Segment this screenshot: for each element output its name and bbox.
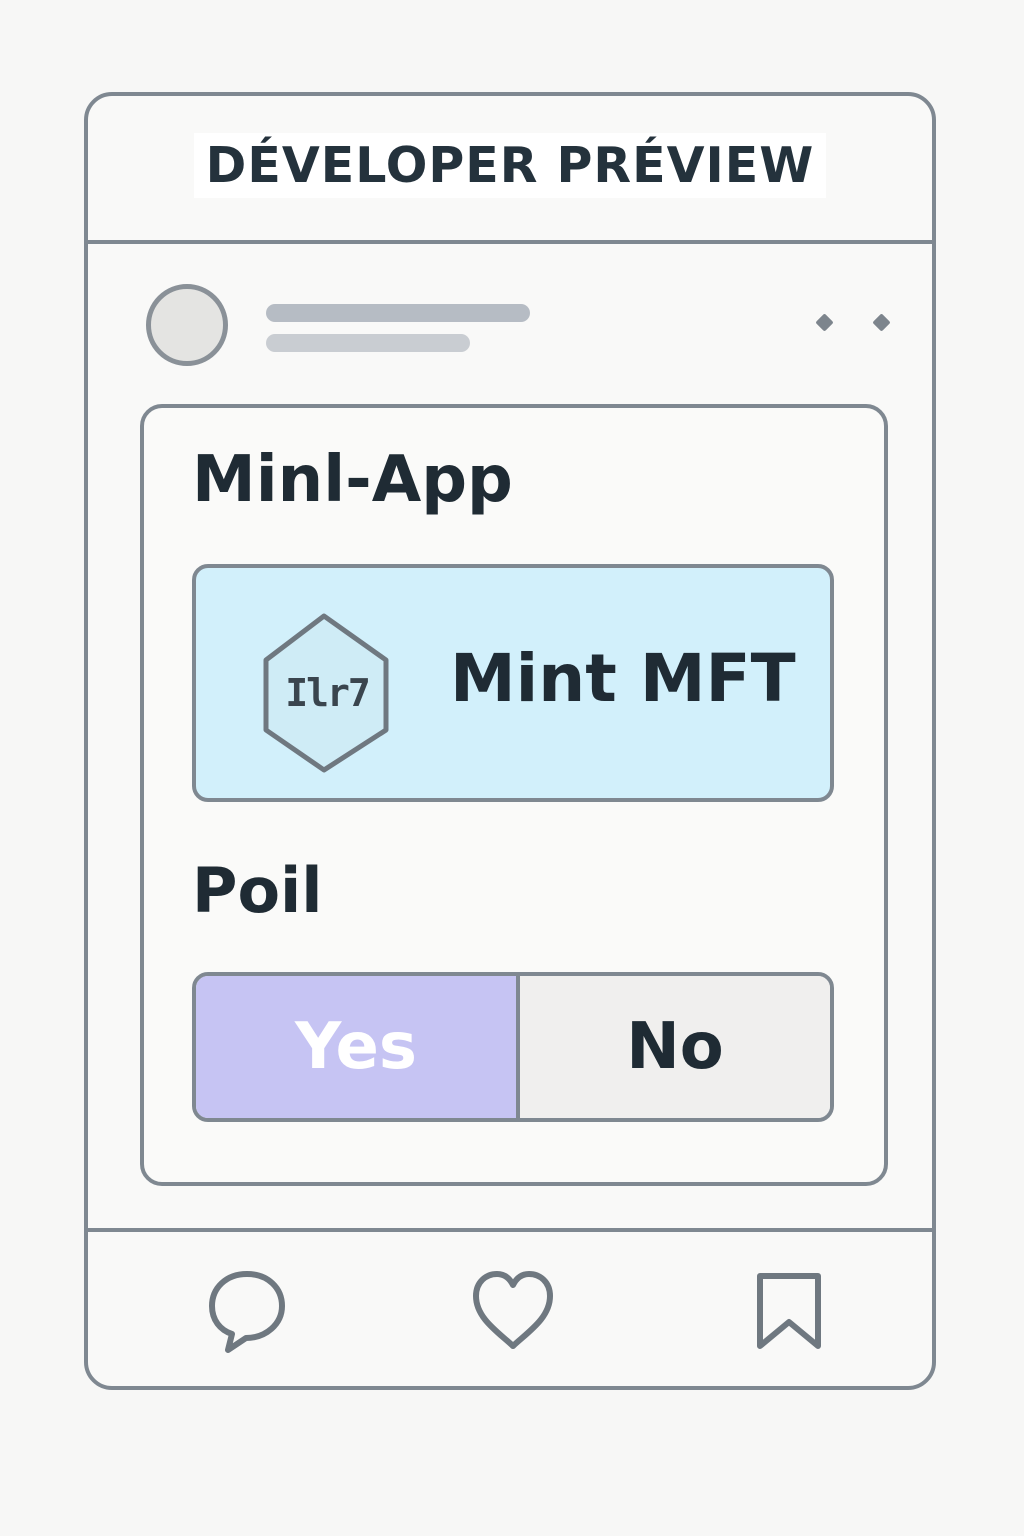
header-bar: DÉVELOPER PRÉVIEW <box>88 96 932 244</box>
avatar[interactable] <box>146 284 228 366</box>
comment-icon[interactable] <box>202 1266 292 1356</box>
poll-title: Poil <box>192 854 323 927</box>
poll-option-no[interactable]: No <box>520 976 830 1118</box>
mini-app-title: Minl-App <box>192 443 513 517</box>
page-title: DÉVELOPER PRÉVIEW <box>193 132 827 198</box>
mint-button-label: Mint MFT <box>450 640 796 717</box>
poll-option-yes[interactable]: Yes <box>196 976 520 1118</box>
more-dots-icon[interactable] <box>815 308 891 336</box>
more-dot <box>872 312 891 332</box>
bookmark-icon[interactable] <box>744 1266 834 1356</box>
mini-app-card: Minl-App Ilr7 Mint MFT Poil Yes No <box>140 404 888 1186</box>
post-frame: DÉVELOPER PRÉVIEW Minl-App Ilr7 Mint MFT… <box>84 92 936 1390</box>
nft-hexagon-icon: Ilr7 <box>262 612 392 774</box>
author-handle-placeholder <box>266 334 470 352</box>
heart-icon[interactable] <box>468 1266 558 1356</box>
poll-options: Yes No <box>192 972 834 1122</box>
mint-nft-button[interactable]: Ilr7 Mint MFT <box>192 564 834 802</box>
action-bar <box>88 1228 932 1390</box>
nft-icon-text: Ilr7 <box>285 671 371 715</box>
author-name-placeholder <box>266 304 530 322</box>
more-dot <box>815 312 834 332</box>
